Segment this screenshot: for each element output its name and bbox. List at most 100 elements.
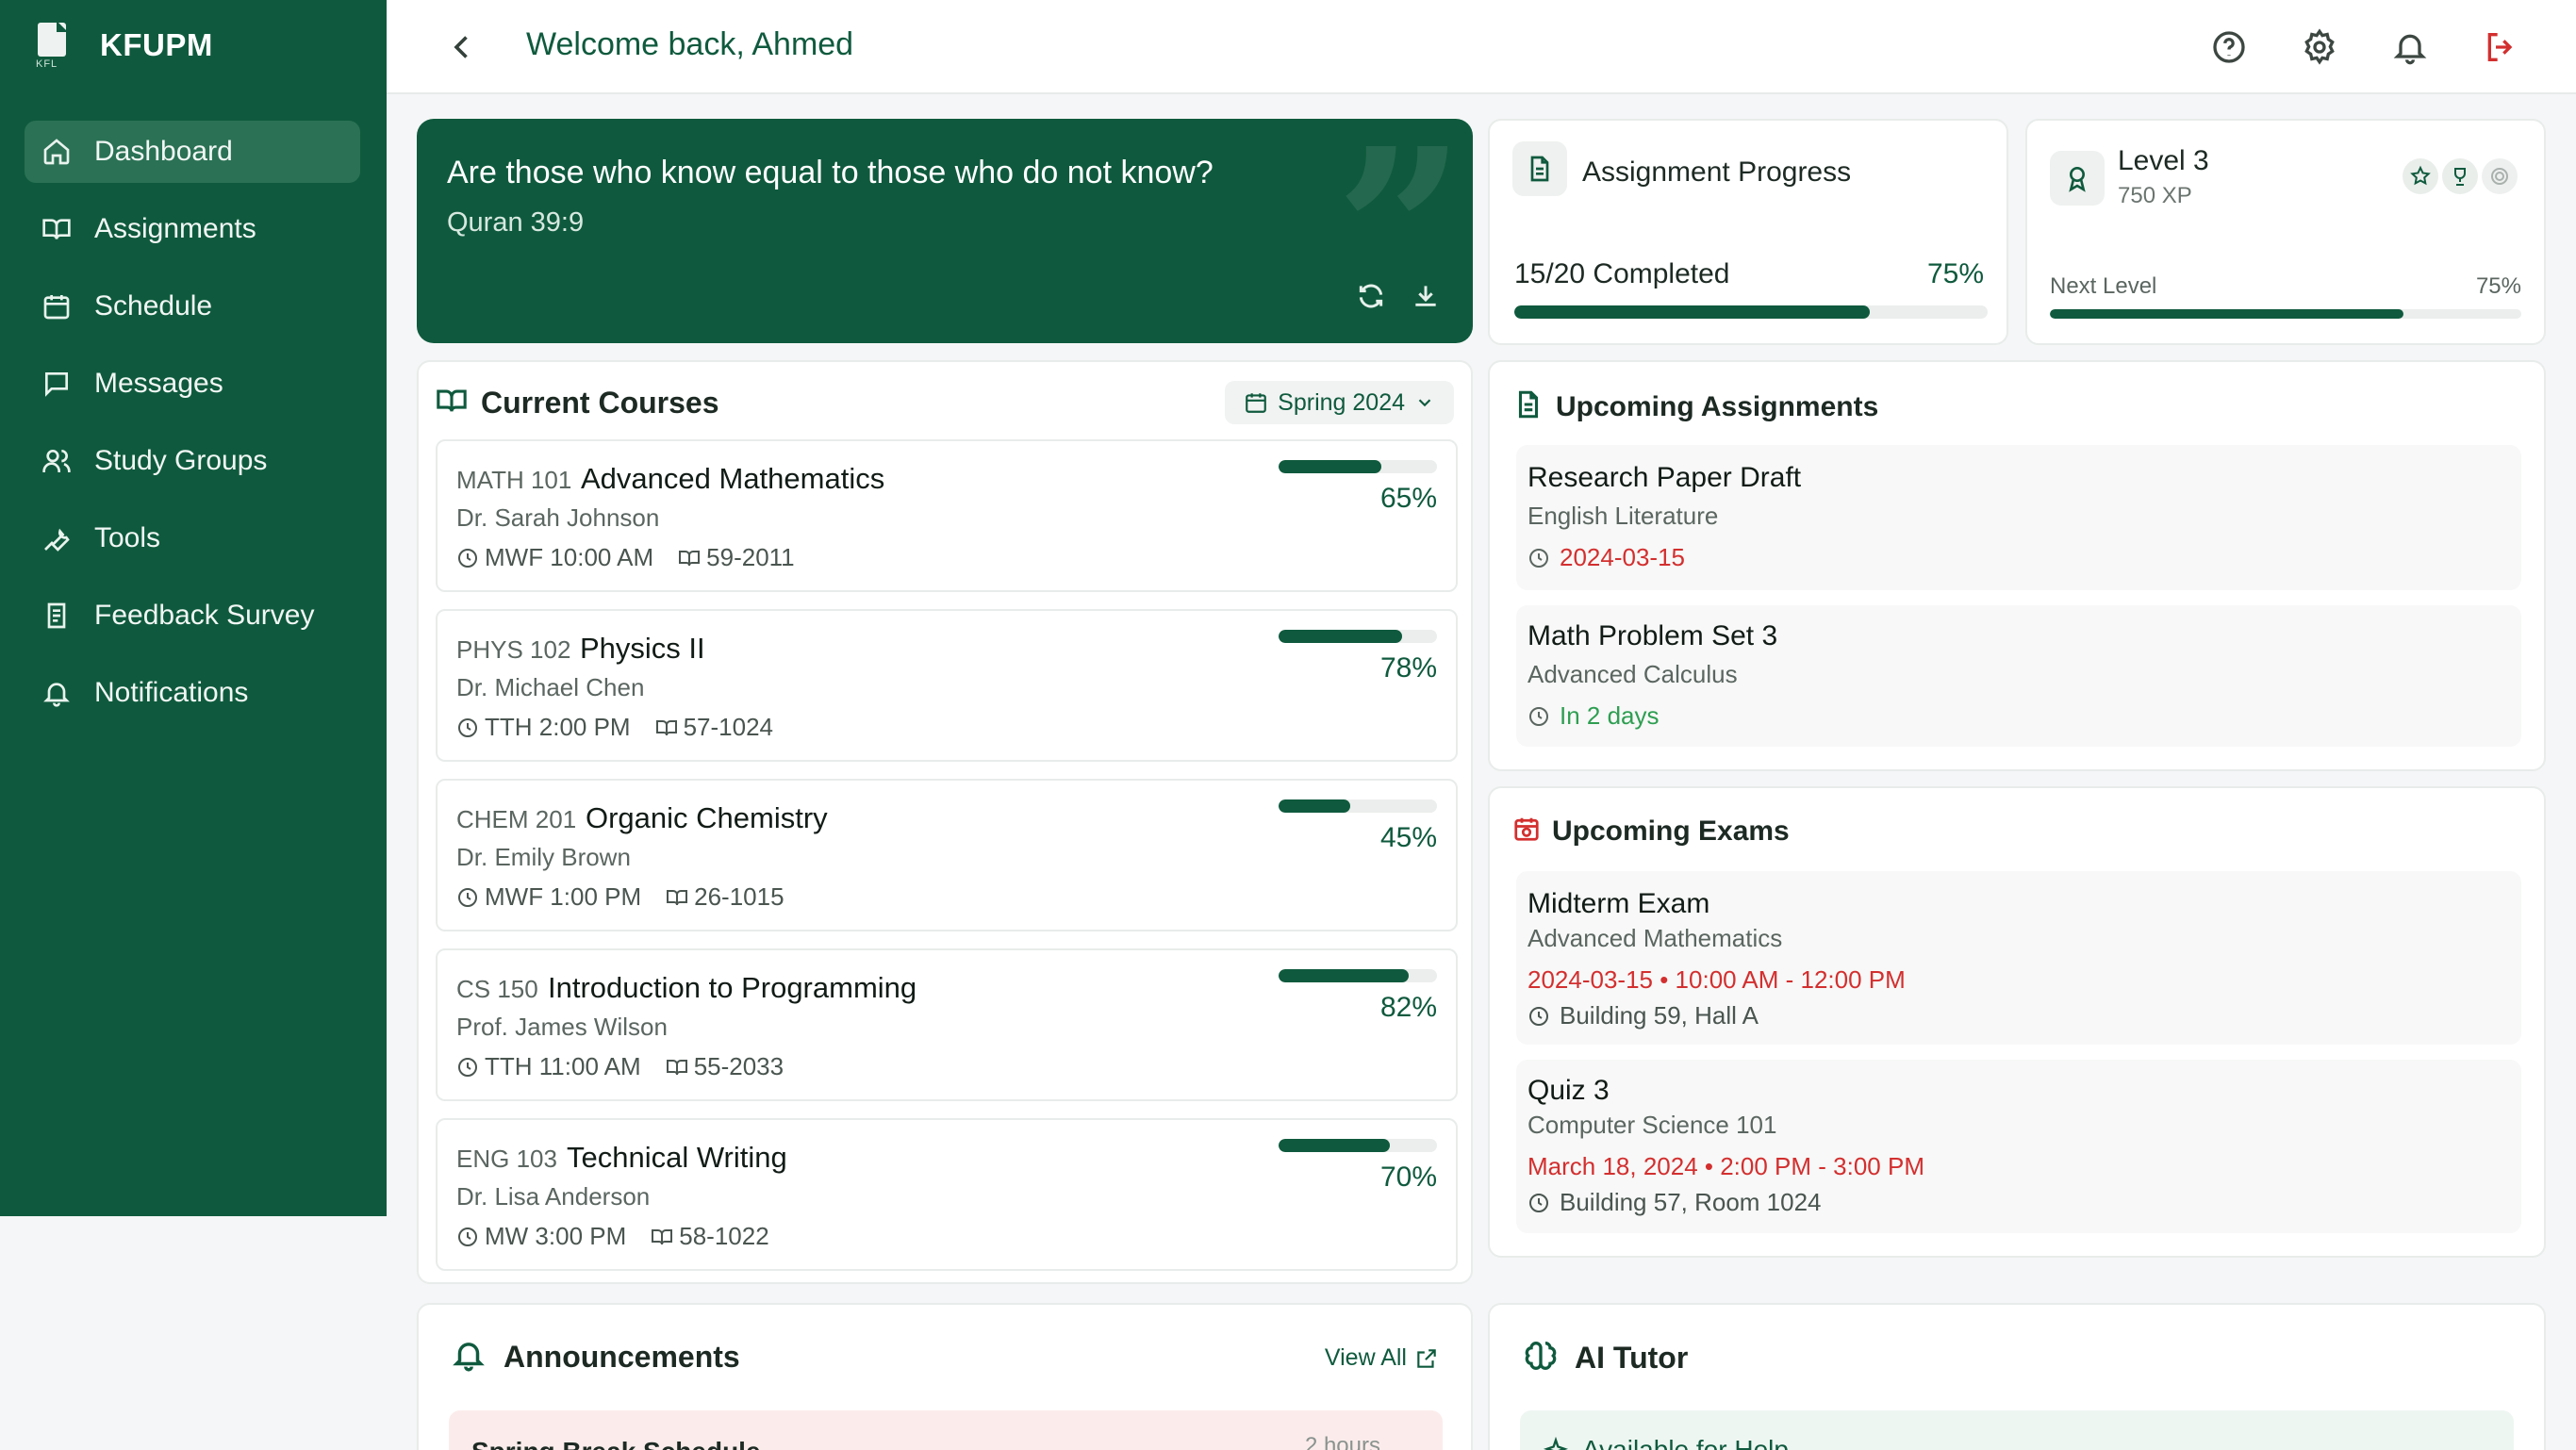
book-open-icon: [42, 219, 71, 239]
gear-icon: [2304, 28, 2335, 65]
wrench-icon: [44, 528, 70, 552]
view-all-link[interactable]: View All: [1325, 1344, 1439, 1372]
bell-icon: [2393, 34, 2427, 65]
course-instructor: Dr. Emily Brown: [456, 843, 631, 871]
exam-item[interactable]: Midterm Exam Advanced Mathematics 2024-0…: [1516, 871, 2521, 1045]
clock-icon: [458, 887, 477, 907]
brand-name: KFUPM: [100, 27, 213, 62]
settings-button[interactable]: [2301, 28, 2338, 66]
course-time: MWF 10:00 AM: [485, 543, 654, 571]
course-instructor: Dr. Sarah Johnson: [456, 503, 660, 532]
announcement-item[interactable]: Spring Break Schedule 2 hours: [449, 1410, 1443, 1450]
ai-tutor-title: AI Tutor: [1575, 1341, 1689, 1375]
current-courses-title: Current Courses: [481, 386, 719, 420]
level-progress-bar: [2050, 309, 2521, 319]
assignment-progress-bar: [1514, 305, 1988, 319]
exam-location: Building 57, Room 1024: [1560, 1188, 1822, 1216]
assignment-due: 2024-03-15: [1560, 543, 1685, 571]
sidebar-item-label: Feedback Survey: [94, 600, 315, 631]
course-instructor: Dr. Lisa Anderson: [456, 1182, 651, 1211]
course-time: MW 3:00 PM: [485, 1222, 627, 1250]
book-icon: [655, 719, 677, 735]
sidebar-item-assignments[interactable]: Assignments: [25, 198, 360, 260]
sidebar-item-tools[interactable]: Tools: [25, 507, 360, 569]
course-progress-bar: [1279, 1139, 1437, 1152]
logout-icon: [2487, 33, 2513, 61]
book-icon: [652, 1228, 673, 1244]
term-selector[interactable]: Spring 2024: [1225, 381, 1454, 424]
sidebar-item-schedule[interactable]: Schedule: [25, 275, 360, 338]
upcoming-assignments-card: Upcoming Assignments Research Paper Draf…: [1488, 360, 2546, 771]
course-name: Technical Writing: [567, 1141, 787, 1174]
assignment-item[interactable]: Research Paper Draft English Literature …: [1516, 445, 2521, 590]
exam-datetime: March 18, 2024 • 2:00 PM - 3:00 PM: [1527, 1152, 1924, 1180]
refresh-icon[interactable]: [1356, 281, 1386, 311]
back-button[interactable]: [445, 30, 479, 64]
current-courses-card: Current Courses Spring 2024 MATH 101 Adva…: [417, 360, 1473, 1284]
course-room: 26-1015: [694, 882, 784, 911]
course-room: 59-2011: [706, 543, 795, 571]
star-badge-icon: [2403, 158, 2438, 194]
help-icon: [2213, 31, 2245, 63]
sidebar-item-label: Study Groups: [94, 445, 268, 476]
welcome-message: Welcome back, Ahmed: [526, 26, 854, 62]
course-card[interactable]: MATH 101 Advanced Mathematics Dr. Sarah Jo…: [436, 439, 1458, 592]
course-instructor: Prof. James Wilson: [456, 1013, 668, 1041]
course-name: Introduction to Programming: [548, 971, 917, 1004]
users-icon: [42, 450, 71, 472]
assignment-item[interactable]: Math Problem Set 3 Advanced Calculus In …: [1516, 605, 2521, 747]
sidebar-item-feedback-survey[interactable]: Feedback Survey: [25, 585, 360, 647]
document-icon: [1512, 141, 1567, 196]
sidebar-item-study-groups[interactable]: Study Groups: [25, 430, 360, 492]
message-icon: [45, 372, 68, 397]
sidebar-item-dashboard[interactable]: Dashboard: [25, 121, 360, 183]
assignment-percent: 75%: [1926, 258, 1984, 289]
assignment-subject: Advanced Calculus: [1527, 660, 1738, 688]
ai-tutor-status-box[interactable]: Available for Help: [1520, 1410, 2514, 1450]
exam-datetime: 2024-03-15 • 10:00 AM - 12:00 PM: [1527, 965, 1906, 994]
course-card[interactable]: ENG 103 Technical Writing Dr. Lisa Anderso…: [436, 1118, 1458, 1271]
external-link-icon: [1417, 1348, 1436, 1368]
quote-reference: Quran 39:9: [447, 207, 585, 238]
course-name: Advanced Mathematics: [581, 462, 885, 495]
brand[interactable]: KFL KFUPM: [34, 21, 213, 70]
clock-icon: [458, 548, 477, 568]
course-instructor: Dr. Michael Chen: [456, 673, 645, 701]
exam-subject: Advanced Mathematics: [1527, 924, 1783, 952]
exam-title: Midterm Exam: [1527, 888, 1710, 919]
sparkle-icon: [1543, 1436, 1569, 1450]
book-icon: [436, 385, 468, 421]
target-badge-icon: [2482, 158, 2518, 194]
exam-item[interactable]: Quiz 3 Computer Science 101 March 18, 20…: [1516, 1060, 2521, 1233]
logout-button[interactable]: [2482, 28, 2519, 66]
calendar-icon: [43, 295, 70, 320]
announcements-card: Announcements View All Spring Break Sche…: [417, 1303, 1473, 1450]
course-card[interactable]: CS 150 Introduction to Programming Prof. J…: [436, 948, 1458, 1101]
assignment-progress-card: Assignment Progress 15/20 Completed 75%: [1488, 119, 2008, 345]
course-card[interactable]: CHEM 201 Organic Chemistry Dr. Emily Brown…: [436, 779, 1458, 931]
clock-icon: [458, 717, 477, 737]
course-time: TTH 2:00 PM: [485, 713, 631, 741]
notifications-button[interactable]: [2391, 28, 2429, 66]
view-all-label: View All: [1324, 1344, 1407, 1371]
chevron-down-icon: [1418, 399, 1431, 407]
sidebar-item-messages[interactable]: Messages: [25, 353, 360, 415]
ai-tutor-status: Available for Help: [1582, 1435, 1789, 1450]
calendar-icon: [1246, 393, 1267, 413]
course-card[interactable]: PHYS 102 Physics II Dr. Michael Chen TTH 2:…: [436, 609, 1458, 762]
level-title: Level 3: [2118, 145, 2209, 176]
award-icon: [2050, 151, 2105, 206]
course-room: 58-1022: [679, 1222, 769, 1250]
course-room: 57-1024: [683, 713, 774, 741]
assignment-title: Math Problem Set 3: [1527, 620, 1778, 651]
upcoming-exams-title: Upcoming Exams: [1552, 815, 1790, 847]
course-progress-bar: [1279, 799, 1437, 813]
help-button[interactable]: [2210, 28, 2248, 66]
download-icon[interactable]: [1411, 281, 1441, 311]
sidebar-item-label: Assignments: [94, 213, 256, 244]
course-code: MATH 101: [456, 466, 572, 494]
exam-subject: Computer Science 101: [1527, 1111, 1777, 1139]
course-name: Physics II: [580, 632, 705, 665]
clock-icon: [458, 1057, 477, 1077]
sidebar-item-notifications[interactable]: Notifications: [25, 662, 360, 724]
